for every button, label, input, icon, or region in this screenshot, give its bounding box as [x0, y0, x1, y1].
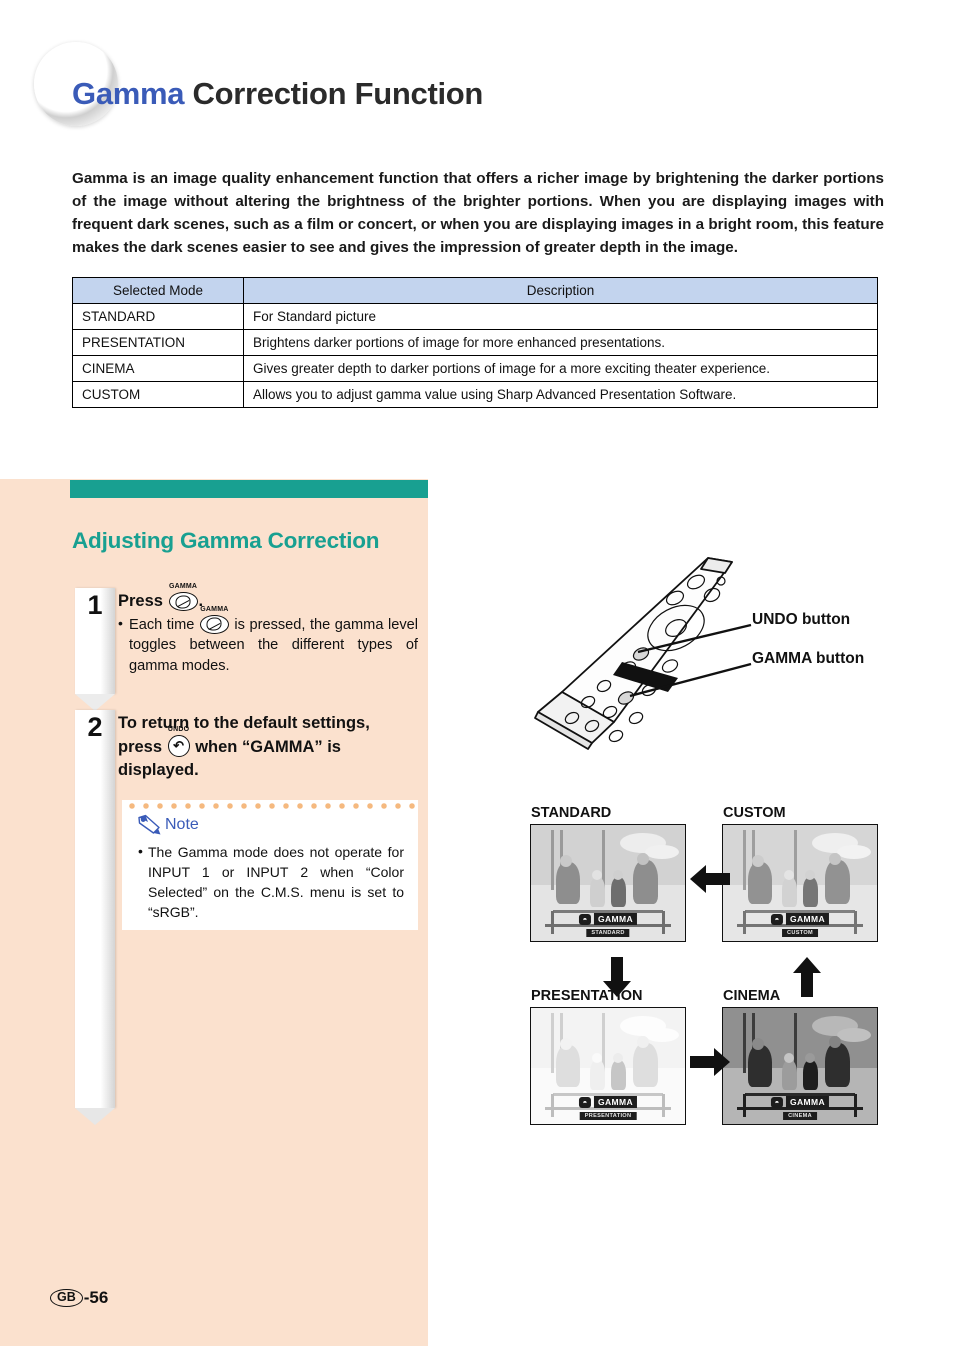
step-tab-tip	[75, 694, 115, 711]
note-box: Note The Gamma mode does not operate for…	[122, 800, 418, 930]
sample-caption-standard: STANDARD	[531, 805, 612, 821]
step-1-bullet-before: Each time	[129, 616, 199, 633]
osd-gamma-indicator: ◓ GAMMA	[770, 913, 830, 925]
arrow-left-icon	[690, 865, 730, 893]
osd-mode-label: CUSTOM	[782, 929, 818, 937]
undo-button-icon: UNDO	[167, 726, 190, 757]
gamma-osd-icon: ◓	[578, 913, 591, 925]
note-dotted-border	[122, 800, 418, 810]
table-row: CINEMA Gives greater depth to darker por…	[72, 355, 878, 382]
step-2-heading: To return to the default settings, press…	[118, 712, 418, 781]
gamma-osd-icon: ◓	[578, 1096, 591, 1108]
gamma-osd-icon: ◓	[770, 1096, 783, 1108]
section-title: Adjusting Gamma Correction	[72, 527, 380, 553]
osd-gamma-indicator: ◓ GAMMA	[578, 913, 638, 925]
callout-label-undo: UNDO button	[752, 611, 851, 628]
cell-description: Gives greater depth to darker portions o…	[243, 355, 878, 382]
note-label: Note	[165, 816, 199, 833]
region-code-badge: GB	[50, 1289, 83, 1307]
osd-label: GAMMA	[593, 1096, 638, 1108]
cell-mode: CUSTOM	[72, 381, 244, 408]
osd-label: GAMMA	[593, 913, 638, 925]
section-accent-bar	[70, 480, 428, 498]
gamma-button-icon: GAMMA	[199, 606, 229, 634]
arrow-right-icon	[690, 1048, 730, 1076]
table-row: PRESENTATION Brightens darker portions o…	[72, 329, 878, 356]
cell-mode: CINEMA	[72, 355, 244, 382]
osd-mode-label: PRESENTATION	[579, 1112, 637, 1120]
column-header-description: Description	[243, 277, 878, 304]
page-number: -56	[83, 1288, 109, 1307]
list-item: Each time GAMMA is pressed, the gamma le…	[118, 606, 418, 677]
cell-description: Brightens darker portions of image for m…	[243, 329, 878, 356]
step-1-heading: Press GAMMA.	[118, 583, 418, 613]
step-1-number: 1	[87, 590, 103, 620]
step-1-bullets: Each time GAMMA is pressed, the gamma le…	[118, 606, 418, 677]
arrow-down-icon	[603, 957, 631, 997]
cell-mode: PRESENTATION	[72, 329, 244, 356]
list-item: The Gamma mode does not operate for INPU…	[138, 841, 404, 922]
page-footer: GB -56	[50, 1288, 108, 1308]
sample-image-cinema: ◓ GAMMA CINEMA	[722, 1007, 878, 1125]
intro-paragraph: Gamma is an image quality enhancement fu…	[72, 170, 884, 257]
sample-image-presentation: ◓ GAMMA PRESENTATION	[530, 1007, 686, 1125]
step-tab-tip	[75, 1108, 115, 1125]
sample-caption-custom: CUSTOM	[723, 805, 786, 821]
cell-description: Allows you to adjust gamma value using S…	[243, 381, 878, 408]
osd-mode-label: CINEMA	[783, 1112, 817, 1120]
page-title-accent: Gamma	[72, 75, 185, 111]
step-1-head-before: Press	[118, 592, 168, 610]
remote-control-illustration	[518, 540, 938, 790]
step-1-body: Press GAMMA. Each time GAMMA is pressed,…	[118, 583, 418, 677]
osd-mode-label: STANDARD	[586, 929, 630, 937]
arrow-up-icon	[793, 957, 821, 997]
callout-label-gamma: GAMMA button	[752, 650, 865, 667]
osd-label: GAMMA	[785, 913, 830, 925]
table-header-row: Selected Mode Description	[72, 277, 878, 304]
gamma-button-icon: GAMMA	[168, 583, 198, 611]
gamma-mode-table: Selected Mode Description STANDARD For S…	[72, 277, 878, 408]
table-row: STANDARD For Standard picture	[72, 303, 878, 330]
table-row: CUSTOM Allows you to adjust gamma value …	[72, 381, 878, 408]
note-list: The Gamma mode does not operate for INPU…	[138, 841, 404, 922]
osd-label: GAMMA	[785, 1096, 830, 1108]
step-2-number: 2	[87, 712, 103, 742]
cell-description: For Standard picture	[243, 303, 878, 330]
column-header-selected-mode: Selected Mode	[72, 277, 244, 304]
sample-caption-cinema: CINEMA	[723, 988, 781, 1004]
note-header: Note	[136, 814, 199, 836]
osd-gamma-indicator: ◓ GAMMA	[578, 1096, 638, 1108]
sample-image-custom: ◓ GAMMA CUSTOM	[722, 824, 878, 942]
gamma-osd-icon: ◓	[770, 913, 783, 925]
pencil-icon	[138, 814, 161, 835]
step-1-tab: 1	[75, 588, 115, 711]
page-title-rest: Correction Function	[184, 75, 484, 111]
cell-mode: STANDARD	[72, 303, 244, 330]
step-2-tab: 2	[75, 710, 115, 1125]
step-2-body: To return to the default settings, press…	[118, 712, 418, 781]
osd-gamma-indicator: ◓ GAMMA	[770, 1096, 830, 1108]
page-title: Gamma Correction Function	[72, 76, 483, 112]
sample-image-standard: ◓ GAMMA STANDARD	[530, 824, 686, 942]
